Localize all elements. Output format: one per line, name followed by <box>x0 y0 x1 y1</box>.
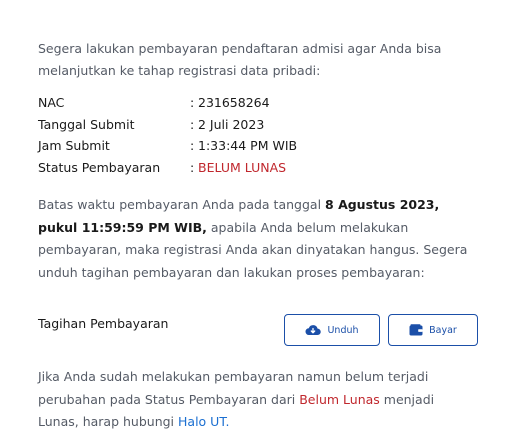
registration-info: NAC : 231658264 Tanggal Submit : 2 Juli … <box>38 92 478 178</box>
payment-status-value: BELUM LUNAS <box>198 159 287 175</box>
info-separator: : <box>190 95 195 111</box>
halo-ut-link[interactable]: Halo UT. <box>178 414 229 429</box>
deadline-note: Batas waktu pembayaran Anda pada tanggal… <box>38 194 478 284</box>
info-row-payment-status: Status Pembayaran : BELUM LUNAS <box>38 157 478 179</box>
payment-page: Segera lakukan pembayaran pendaftaran ad… <box>0 0 514 429</box>
info-value-submit-time: 1:33:44 PM WIB <box>198 138 298 154</box>
deadline-note-text: Batas waktu pembayaran Anda pada tanggal <box>38 197 326 212</box>
info-row-nac: NAC : 231658264 <box>38 92 478 114</box>
info-row-submit-time: Jam Submit : 1:33:44 PM WIB <box>38 135 478 157</box>
info-label: NAC <box>38 95 65 111</box>
info-label: Status Pembayaran <box>38 159 161 175</box>
wallet-icon <box>409 324 423 336</box>
info-separator: : <box>190 116 195 132</box>
download-button-label: Unduh <box>327 324 359 336</box>
pay-button[interactable]: Bayar <box>388 314 478 346</box>
info-value-submit-date: 2 Juli 2023 <box>198 116 265 132</box>
info-label: Jam Submit <box>38 138 110 154</box>
download-bill-button[interactable]: Unduh <box>284 314 380 346</box>
info-separator: : <box>190 159 195 175</box>
pay-button-label: Bayar <box>429 324 457 336</box>
info-separator: : <box>190 138 195 154</box>
info-label: Tanggal Submit <box>38 116 135 132</box>
bill-label: Tagihan Pembayaran <box>38 316 169 331</box>
info-row-submit-date: Tanggal Submit : 2 Juli 2023 <box>38 114 478 136</box>
unpaid-status-text: Belum Lunas <box>299 391 380 407</box>
info-value-nac: 231658264 <box>198 95 270 111</box>
help-note: Jika Anda sudah melakukan pembayaran nam… <box>38 366 478 434</box>
intro-text: Segera lakukan pembayaran pendaftaran ad… <box>38 41 442 78</box>
cloud-download-icon <box>305 324 322 336</box>
